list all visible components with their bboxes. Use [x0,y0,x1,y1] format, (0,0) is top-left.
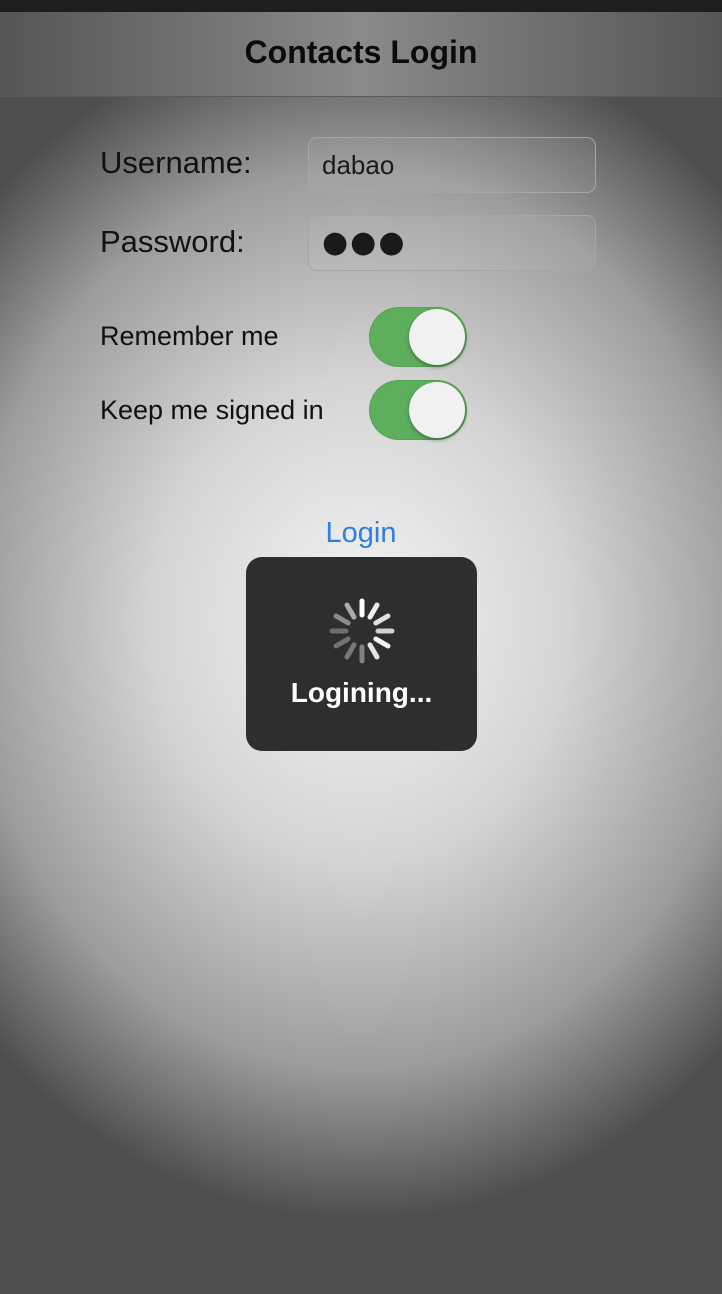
toggle-knob [409,309,465,365]
password-label: Password: [100,224,245,259]
status-bar [0,0,722,12]
loading-hud: Logining... [246,557,477,751]
remember-me-label: Remember me [100,321,279,351]
navigation-bar: Contacts Login [0,12,722,97]
loading-message: Logining... [290,677,433,708]
page-title: Contacts Login [244,34,478,70]
password-field[interactable]: ●●● [308,215,596,271]
toggle-knob [409,382,465,438]
username-label: Username: [100,145,252,180]
login-button[interactable]: Login [0,517,722,550]
keep-signed-in-toggle[interactable] [369,380,467,440]
username-field[interactable]: dabao [308,137,596,193]
remember-me-toggle[interactable] [369,307,467,367]
keep-signed-in-label: Keep me signed in [100,395,324,425]
activity-spinner-icon [329,598,395,664]
